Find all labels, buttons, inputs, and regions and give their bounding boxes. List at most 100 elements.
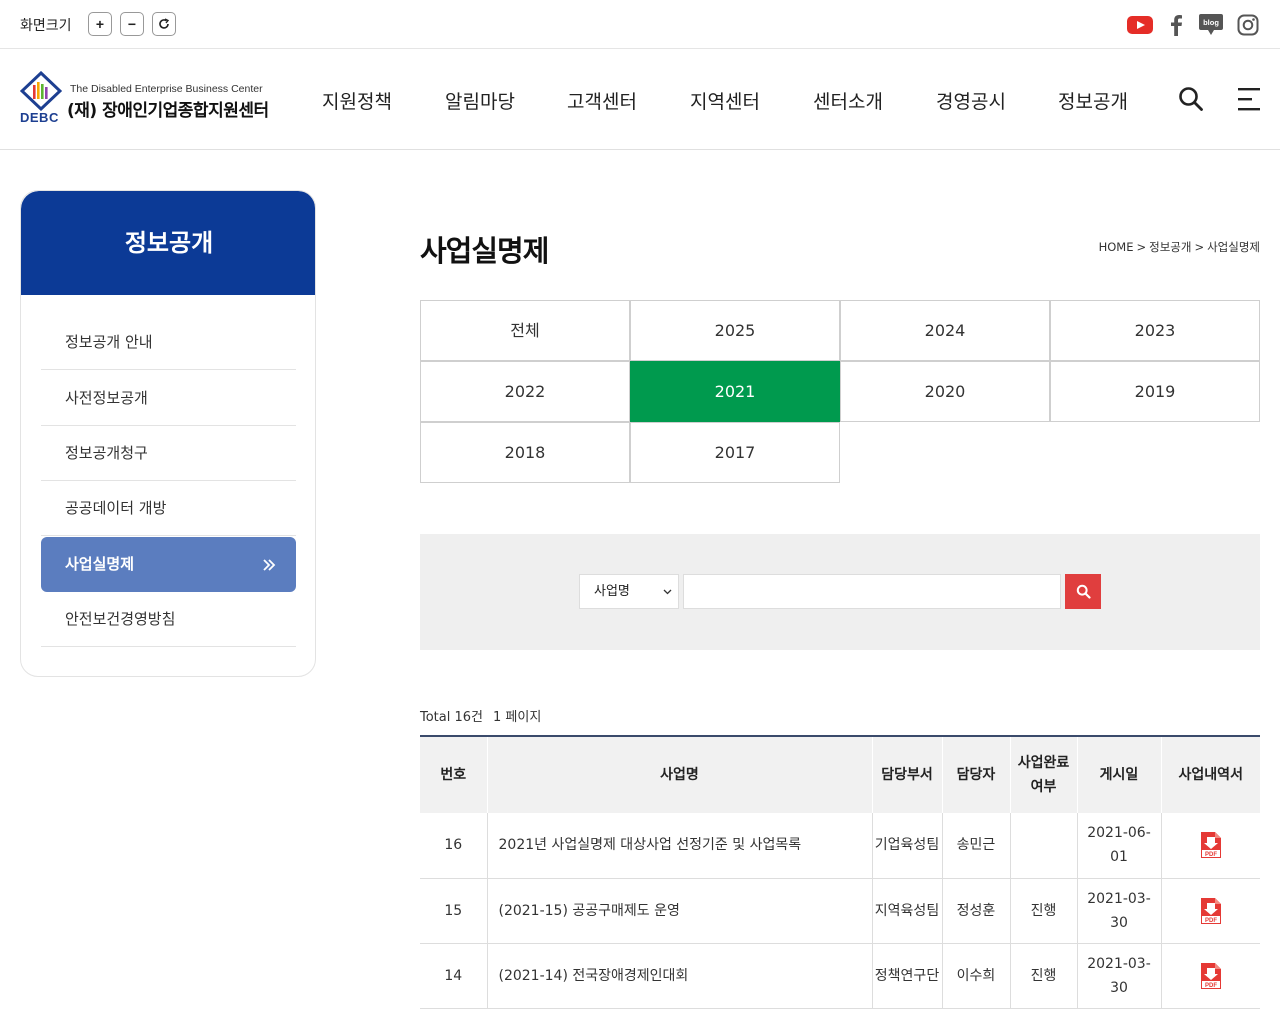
youtube-icon — [1127, 16, 1153, 34]
column-header-file: 사업내역서 — [1160, 736, 1260, 813]
hamburger-menu-icon — [1238, 88, 1260, 111]
column-header-date: 게시일 — [1076, 736, 1161, 813]
table-header-row: 번호 사업명 담당부서 담당자 사업완료 여부 게시일 사업내역서 — [420, 736, 1260, 813]
sidebar-item-label: 정보공개청구 — [65, 444, 148, 462]
table-row: 14 (2021-14) 전국장애경제인대회 정책연구단 이수희 진행 2021-03-3… — [420, 943, 1260, 1009]
column-header-person: 담당자 — [941, 736, 1010, 813]
sidebar-item-disclosure-request[interactable]: 정보공개청구 — [41, 426, 296, 481]
table-row: 16 2021년 사업실명제 대상사업 선정기준 및 사업목록 기업육성팀 송민근 20… — [420, 813, 1260, 879]
svg-text:PDF: PDF — [1205, 918, 1217, 924]
year-tab-2022[interactable]: 2022 — [420, 361, 630, 422]
blog-link[interactable]: blog — [1198, 12, 1224, 38]
page-title: 사업실명제 — [420, 234, 549, 268]
sidebar-item-label: 정보공개 안내 — [65, 333, 153, 351]
row-person: 송민근 — [941, 813, 1010, 879]
year-tab-2018[interactable]: 2018 — [420, 422, 630, 483]
pdf-file-icon[interactable]: PDF — [1199, 897, 1223, 925]
sidebar-item-project-real-name[interactable]: 사업실명제 — [41, 537, 296, 592]
row-project-name[interactable]: (2021-15) 공공구매제도 운영 — [486, 878, 872, 944]
row-number: 16 — [420, 813, 487, 879]
page-indicator: 1 페이지 — [493, 710, 542, 725]
svg-text:blog: blog — [1203, 18, 1219, 27]
nav-item-support-policy[interactable]: 지원정책 — [322, 87, 392, 114]
project-table: 번호 사업명 담당부서 담당자 사업완료 여부 게시일 사업내역서 16 2021… — [420, 735, 1260, 1009]
year-tab-2023[interactable]: 2023 — [1050, 300, 1260, 361]
sidebar-item-prior-disclosure[interactable]: 사전정보공개 — [41, 371, 296, 426]
instagram-link[interactable] — [1235, 12, 1261, 38]
sidebar-item-info-guide[interactable]: 정보공개 안내 — [41, 315, 296, 370]
row-project-name[interactable]: 2021년 사업실명제 대상사업 선정기준 및 사업목록 — [486, 813, 872, 879]
zoom-out-button[interactable]: − — [120, 12, 144, 36]
site-logo[interactable]: The Disabled Enterprise Business Center … — [20, 71, 290, 129]
row-status — [1009, 813, 1077, 879]
row-file[interactable]: PDF — [1160, 943, 1260, 1009]
refresh-icon — [159, 18, 170, 29]
zoom-reset-button[interactable] — [152, 12, 176, 36]
nav-item-regional-center[interactable]: 지역센터 — [690, 87, 760, 114]
breadcrumb-current: 사업실명제 — [1207, 240, 1260, 254]
search-submit-button[interactable] — [1065, 574, 1101, 609]
menu-toggle-button[interactable] — [1236, 85, 1264, 113]
year-tab-all[interactable]: 전체 — [420, 300, 630, 361]
row-date: 2021-03-30 — [1076, 943, 1161, 1009]
row-person: 정성훈 — [941, 878, 1010, 944]
search-icon — [1179, 87, 1203, 111]
row-number: 14 — [420, 943, 487, 1009]
row-file[interactable]: PDF — [1160, 813, 1260, 879]
column-header-dept: 담당부서 — [871, 736, 942, 813]
nav-item-management-disclosure[interactable]: 경영공시 — [936, 87, 1006, 114]
logo-title: (재) 장애인기업종합지원센터 — [67, 101, 269, 121]
row-project-name[interactable]: (2021-14) 전국장애경제인대회 — [486, 943, 872, 1009]
table-row: 15 (2021-15) 공공구매제도 운영 지역육성팀 정성훈 진행 2021-03-3… — [420, 878, 1260, 944]
year-tab-2017[interactable]: 2017 — [630, 422, 840, 483]
sidebar-item-public-data[interactable]: 공공데이터 개방 — [41, 481, 296, 536]
svg-text:PDF: PDF — [1205, 852, 1217, 858]
row-status: 진행 — [1009, 878, 1077, 944]
pdf-file-icon[interactable]: PDF — [1199, 962, 1223, 990]
search-toggle-button[interactable] — [1177, 85, 1205, 113]
search-icon — [1076, 584, 1091, 599]
nav-item-about[interactable]: 센터소개 — [813, 87, 883, 114]
row-status: 진행 — [1009, 943, 1077, 1009]
sidebar-item-label: 안전보건경영방침 — [65, 610, 176, 628]
zoom-in-button[interactable]: + — [88, 12, 112, 36]
logo-emblem-icon — [20, 71, 62, 111]
search-input[interactable] — [683, 574, 1061, 609]
row-person: 이수희 — [941, 943, 1010, 1009]
year-tab-2020[interactable]: 2020 — [840, 361, 1050, 422]
nav-item-customer-center[interactable]: 고객센터 — [567, 87, 637, 114]
row-date: 2021-06-01 — [1076, 813, 1161, 879]
nav-item-notice[interactable]: 알림마당 — [445, 87, 515, 114]
pdf-file-icon[interactable]: PDF — [1199, 831, 1223, 859]
row-file[interactable]: PDF — [1160, 878, 1260, 944]
instagram-icon — [1237, 14, 1259, 36]
facebook-icon — [1171, 15, 1182, 36]
breadcrumb-info-disclosure[interactable]: 정보공개 — [1149, 240, 1191, 254]
row-number: 15 — [420, 878, 487, 944]
search-type-select[interactable]: 사업명 — [579, 574, 679, 609]
sidebar-item-safety-policy[interactable]: 안전보건경영방침 — [41, 592, 296, 647]
nav-item-info-disclosure[interactable]: 정보공개 — [1058, 87, 1128, 114]
youtube-link[interactable] — [1127, 12, 1153, 38]
row-dept: 기업육성팀 — [871, 813, 942, 879]
row-dept: 정책연구단 — [871, 943, 942, 1009]
column-header-status: 사업완료 여부 — [1009, 736, 1077, 813]
svg-text:PDF: PDF — [1205, 983, 1217, 989]
year-tab-2024[interactable]: 2024 — [840, 300, 1050, 361]
column-header-no: 번호 — [420, 736, 487, 813]
list-summary: Total 16건 1 페이지 — [420, 706, 541, 725]
logo-subtitle: The Disabled Enterprise Business Center — [70, 83, 263, 95]
facebook-link[interactable] — [1163, 12, 1189, 38]
logo-abbr: DEBC — [20, 110, 59, 125]
row-date: 2021-03-30 — [1076, 878, 1161, 944]
sidebar-item-label: 사전정보공개 — [65, 389, 148, 407]
search-panel: 사업명 — [420, 534, 1260, 650]
year-tab-2019[interactable]: 2019 — [1050, 361, 1260, 422]
breadcrumb-home[interactable]: HOME — [1099, 240, 1134, 254]
year-tab-2025[interactable]: 2025 — [630, 300, 840, 361]
breadcrumb: HOME > 정보공개 > 사업실명제 — [1099, 239, 1260, 255]
sidebar-item-label: 공공데이터 개방 — [65, 499, 167, 517]
double-chevron-right-icon — [262, 537, 276, 592]
year-tab-2021[interactable]: 2021 — [630, 361, 840, 422]
top-utility-bar: 화면크기 + − blog — [0, 0, 1280, 49]
